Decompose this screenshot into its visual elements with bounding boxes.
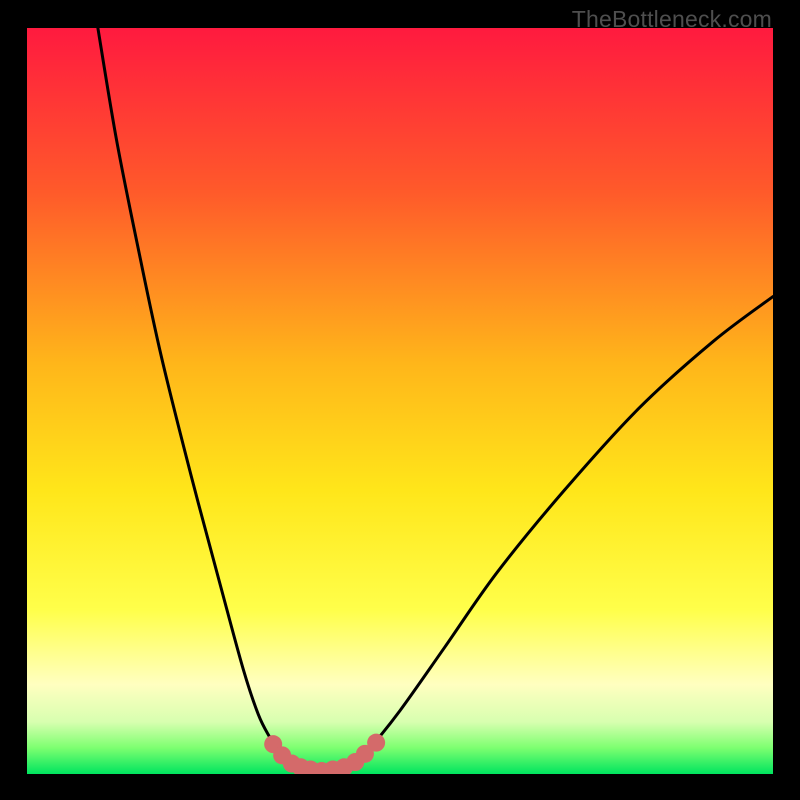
marker-dot (367, 734, 385, 752)
highlighted-markers (264, 734, 385, 774)
bottleneck-curve (98, 28, 773, 771)
plot-frame (27, 28, 773, 774)
plot-curves-layer (27, 28, 773, 774)
